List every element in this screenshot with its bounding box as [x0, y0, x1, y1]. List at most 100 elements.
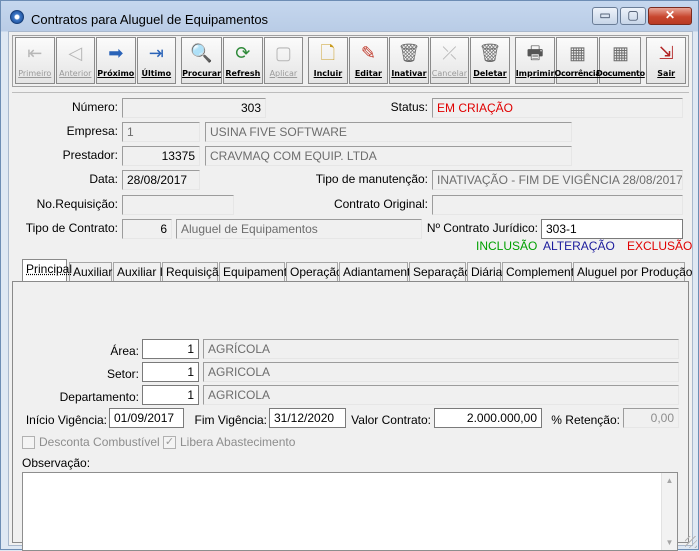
fim-vigencia-field[interactable]: 31/12/2020 — [269, 408, 346, 428]
primeiro-button[interactable]: ⇤ Primeiro — [15, 37, 55, 84]
departamento-code-field[interactable]: 1 — [142, 385, 199, 405]
contrato-juridico-field[interactable]: 303-1 — [541, 219, 683, 239]
close-button[interactable]: ✕ — [648, 7, 692, 25]
no-requisicao-field[interactable] — [122, 195, 234, 215]
procurar-button[interactable]: 🔍 Procurar — [181, 37, 223, 84]
cancelar-button[interactable]: ⤫ Cancelar — [429, 37, 470, 84]
edit-eraser-icon: ✎ — [360, 43, 376, 63]
app-icon — [10, 10, 24, 24]
area-name-field[interactable]: AGRÍCOLA — [203, 339, 679, 359]
sair-button[interactable]: ⇲ Sair — [646, 37, 686, 84]
data-field[interactable]: 28/08/2017 — [122, 170, 200, 190]
documento-button[interactable]: ▦ Documento — [596, 37, 645, 84]
desconta-combustivel-checkbox[interactable]: Desconta Combustível — [22, 435, 160, 449]
observacao-scrollbar[interactable]: ▲ ▼ — [661, 473, 677, 550]
tab-complemento[interactable]: Complemento — [502, 262, 581, 281]
contrato-original-field[interactable] — [432, 195, 683, 215]
empresa-name-field[interactable]: USINA FIVE SOFTWARE — [205, 122, 572, 142]
deletar-label: Deletar — [473, 69, 507, 78]
tipo-contrato-name-field[interactable]: Aluguel de Equipamentos — [176, 219, 422, 239]
inativar-button[interactable]: 🗑 Inativar — [389, 37, 429, 84]
empresa-code-field[interactable]: 1 — [122, 122, 200, 142]
last-record-icon: ⇥ — [148, 43, 164, 63]
setor-name-field[interactable]: AGRICOLA — [203, 362, 679, 382]
tab-operacao[interactable]: Operação — [286, 262, 343, 281]
tab-requisicao[interactable]: Requisição — [162, 262, 225, 281]
toolbar: ⇤ Primeiro ◁ Anterior ➡ Próximo ⇥ Último 🔍 Procur… — [12, 35, 689, 87]
scroll-up-icon[interactable]: ▲ — [662, 473, 677, 488]
proximo-button[interactable]: ➡ Próximo — [96, 37, 136, 84]
tab-principal[interactable]: Principal — [22, 259, 72, 281]
previous-record-icon: ◁ — [68, 43, 83, 63]
retencao-field[interactable]: 0,00 — [623, 408, 679, 428]
grid-document-icon: ▦ — [611, 43, 629, 63]
prestador-code-field[interactable]: 13375 — [122, 146, 200, 166]
editar-button[interactable]: ✎ Editar — [348, 37, 389, 84]
ultimo-button[interactable]: ⇥ Último — [136, 37, 177, 84]
tab-principal-panel: Área: 1 AGRÍCOLA Setor: 1 AGRICOLA Depar… — [12, 281, 689, 551]
tab-adiantamento[interactable]: Adiantamento — [339, 262, 417, 281]
refresh-button[interactable]: ⟳ Refresh — [223, 37, 263, 84]
header-panel: Número: 303 Status: EM CRIAÇÃO Empresa: … — [12, 92, 689, 261]
resize-grip-icon[interactable] — [685, 536, 697, 548]
aplicar-label: Aplicar — [269, 69, 298, 78]
imprimir-button[interactable]: 🖶 Imprimir — [514, 37, 556, 84]
empresa-label: Empresa: — [66, 124, 118, 138]
ocorrencia-label: Ocorrência — [554, 69, 601, 78]
observacao-label: Observação: — [22, 456, 91, 470]
area-code-field[interactable]: 1 — [142, 339, 199, 359]
setor-label: Setor: — [106, 367, 139, 381]
departamento-name-field[interactable]: AGRICOLA — [203, 385, 679, 405]
primeiro-label: Primeiro — [18, 69, 52, 78]
title-bar[interactable]: Contratos para Aluguel de Equipamentos ▭… — [1, 1, 698, 31]
window-title: Contratos para Aluguel de Equipamentos — [31, 12, 269, 27]
minimize-button[interactable]: ▭ — [592, 7, 618, 25]
fim-vigencia-label: Fim Vigência: — [194, 413, 267, 427]
desconta-combustivel-box[interactable] — [22, 435, 35, 449]
tab-strip: Principal Auxiliar I Auxiliar II Requisição… — [12, 259, 692, 281]
incluir-label: Incluir — [313, 69, 343, 78]
imprimir-label: Imprimir — [515, 69, 555, 78]
bin-icon: 🗑 — [397, 43, 421, 63]
libera-abastecimento-box[interactable]: ✓ — [163, 435, 176, 449]
documento-label: Documento — [596, 69, 645, 78]
status-label: Status: — [390, 100, 428, 114]
deletar-button[interactable]: 🗑 Deletar — [470, 37, 510, 84]
tab-aluguel-por-producao[interactable]: Aluguel por Produção — [573, 262, 692, 281]
prestador-name-field[interactable]: CRAVMAQ COM EQUIP. LTDA — [205, 146, 572, 166]
valor-contrato-field[interactable]: 2.000.000,00 — [434, 408, 542, 428]
inativar-label: Inativar — [391, 69, 427, 78]
numero-field[interactable]: 303 — [122, 98, 266, 118]
setor-code-field[interactable]: 1 — [142, 362, 199, 382]
inicio-vigencia-label: Início Vigência: — [25, 413, 107, 427]
printer-icon: 🖶 — [526, 43, 544, 63]
procurar-label: Procurar — [182, 69, 222, 78]
anterior-button[interactable]: ◁ Anterior — [55, 37, 96, 84]
tipo-contrato-code-field[interactable]: 6 — [122, 219, 172, 239]
legend-inclusao: INCLUSÃO — [476, 239, 538, 253]
client-area: ⇤ Primeiro ◁ Anterior ➡ Próximo ⇥ Último 🔍 Procur… — [8, 31, 693, 551]
libera-abastecimento-checkbox[interactable]: ✓ Libera Abastecimento — [163, 435, 295, 449]
tab-diaria[interactable]: Diária — [467, 262, 502, 281]
tab-auxiliar-ii[interactable]: Auxiliar II — [113, 262, 166, 281]
scroll-down-icon[interactable]: ▼ — [662, 535, 677, 550]
legend-exclusao: EXCLUSÃO — [627, 239, 693, 253]
tab-auxiliar-i[interactable]: Auxiliar I — [69, 262, 119, 281]
status-field[interactable]: EM CRIAÇÃO — [432, 98, 683, 118]
incluir-button[interactable]: 🗋 Incluir — [308, 37, 348, 84]
observacao-textarea[interactable]: ▲ ▼ — [22, 472, 678, 551]
no-requisicao-label: No.Requisição: — [36, 197, 118, 211]
desconta-combustivel-label: Desconta Combustível — [39, 435, 160, 449]
inicio-vigencia-field[interactable]: 01/09/2017 — [109, 408, 184, 428]
aplicar-button[interactable]: ▢ Aplicar — [263, 37, 304, 84]
cancel-icon: ⤫ — [442, 43, 457, 63]
ocorrencia-button[interactable]: ▦ Ocorrência — [554, 37, 601, 84]
tipo-contrato-label: Tipo de Contrato: — [25, 221, 118, 235]
tab-separacao[interactable]: Separação — [409, 262, 471, 281]
maximize-button[interactable]: ▢ — [620, 7, 646, 25]
delete-bin-icon: 🗑 — [478, 43, 502, 63]
anterior-label: Anterior — [59, 69, 92, 78]
tipo-manutencao-field[interactable]: INATIVAÇÃO - FIM DE VIGÊNCIA 28/08/2017 … — [432, 170, 683, 190]
numero-label: Número: — [71, 100, 118, 114]
tab-equipamento[interactable]: Equipamento — [219, 262, 294, 281]
